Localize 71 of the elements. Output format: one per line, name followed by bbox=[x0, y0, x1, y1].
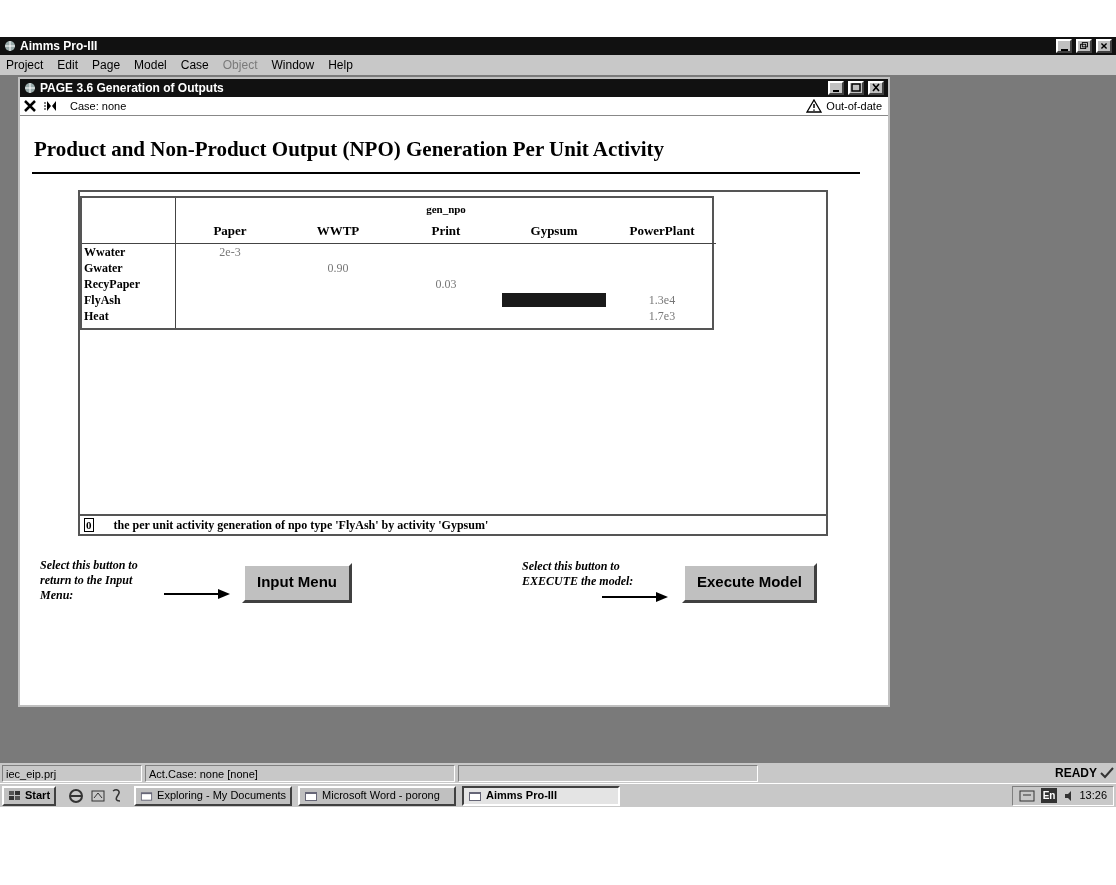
app-icon bbox=[4, 40, 16, 52]
column-header: Gypsum bbox=[530, 222, 578, 240]
checkmark-icon bbox=[1100, 767, 1114, 779]
status-field: Act.Case: none [none] bbox=[145, 764, 455, 782]
language-indicator[interactable]: En bbox=[1040, 788, 1058, 803]
close-button[interactable] bbox=[1096, 39, 1112, 53]
row-header: Gwater bbox=[84, 260, 123, 275]
window-title: Aimms Pro-III bbox=[20, 38, 98, 55]
browser-icon bbox=[68, 787, 85, 804]
close-button[interactable] bbox=[868, 81, 884, 95]
menu-item[interactable]: Case bbox=[180, 56, 209, 74]
window-icon bbox=[468, 789, 483, 802]
window-icon bbox=[304, 789, 319, 802]
menu-item[interactable]: Model bbox=[134, 56, 167, 74]
minimize-icon bbox=[1060, 48, 1068, 51]
minimize-button[interactable] bbox=[828, 81, 844, 95]
row-header: Wwater bbox=[84, 244, 126, 259]
menu-item[interactable]: Help bbox=[328, 56, 353, 74]
close-icon bbox=[1098, 40, 1110, 52]
minimize-icon bbox=[833, 90, 839, 92]
start-button[interactable]: Start bbox=[2, 785, 57, 806]
arrow-icon bbox=[602, 590, 668, 603]
menu-item[interactable]: Window bbox=[271, 56, 315, 74]
instruction-text: Select this button to return to the Input Menu: bbox=[40, 557, 139, 603]
windows-logo-icon bbox=[8, 789, 22, 802]
close-icon bbox=[870, 83, 882, 93]
row-header: FlyAsh bbox=[84, 292, 121, 307]
arrow-icon bbox=[164, 587, 230, 600]
table-cell[interactable]: 0.03 bbox=[435, 274, 457, 293]
row-header: Heat bbox=[84, 308, 109, 323]
menu-item[interactable]: Edit bbox=[57, 56, 79, 74]
column-header: Paper bbox=[213, 222, 247, 240]
action-button[interactable]: Execute Model bbox=[682, 562, 818, 603]
window-title: PAGE 3.6 Generation of Outputs bbox=[40, 80, 224, 97]
status-label: Out-of-date bbox=[826, 98, 883, 114]
status-text: READY bbox=[1055, 765, 1097, 782]
column-header: WWTP bbox=[316, 222, 360, 240]
selected-cell[interactable] bbox=[502, 292, 606, 307]
table-cell[interactable]: 0.90 bbox=[327, 258, 349, 277]
column-header: Print bbox=[431, 222, 461, 240]
maximize-button[interactable] bbox=[848, 81, 864, 95]
menu-item[interactable]: Page bbox=[92, 56, 121, 74]
minimize-button[interactable] bbox=[1056, 39, 1072, 53]
action-button[interactable]: Input Menu bbox=[242, 562, 352, 603]
table-cell[interactable]: 2e-3 bbox=[219, 242, 241, 261]
clock: 13:26 bbox=[1079, 788, 1107, 804]
cell-description: the per unit activity generation of npo type 'FlyAsh' by activity 'Gypsum' bbox=[113, 516, 489, 534]
window-icon bbox=[140, 789, 154, 802]
page-icon bbox=[24, 82, 36, 94]
restore-icon bbox=[1078, 40, 1090, 52]
squiggle-icon bbox=[112, 787, 123, 802]
taskbar-button[interactable]: Aimms Pro-III bbox=[462, 785, 621, 806]
edit-field[interactable]: 0 bbox=[84, 517, 94, 532]
keyboard-icon bbox=[1018, 788, 1035, 803]
cancel-button[interactable] bbox=[22, 98, 38, 114]
taskbar-button[interactable]: Microsoft Word - porong bbox=[298, 785, 457, 806]
case-label: Case: none bbox=[70, 98, 127, 114]
table-cell[interactable]: 1.3e4 bbox=[648, 290, 676, 309]
menu-item[interactable]: Project bbox=[6, 56, 44, 74]
page-heading: Product and Non-Product Output (NPO) Generation Per Unit Activity bbox=[34, 136, 665, 163]
warning-icon bbox=[806, 99, 823, 113]
taskbar-button[interactable]: Exploring - My Documents bbox=[134, 785, 293, 806]
start-label: Start bbox=[25, 788, 51, 804]
maximize-icon bbox=[850, 83, 862, 93]
status-field: iec_eip.prj bbox=[2, 764, 142, 782]
index-label: gen_npo bbox=[425, 201, 467, 217]
table-cell[interactable]: 1.7e3 bbox=[648, 306, 676, 325]
instruction-text: Select this button to EXECUTE the model: bbox=[522, 558, 635, 589]
restore-button[interactable] bbox=[1076, 39, 1092, 53]
column-header: PowerPlant bbox=[629, 222, 695, 240]
row-header: RecyPaper bbox=[84, 276, 140, 291]
